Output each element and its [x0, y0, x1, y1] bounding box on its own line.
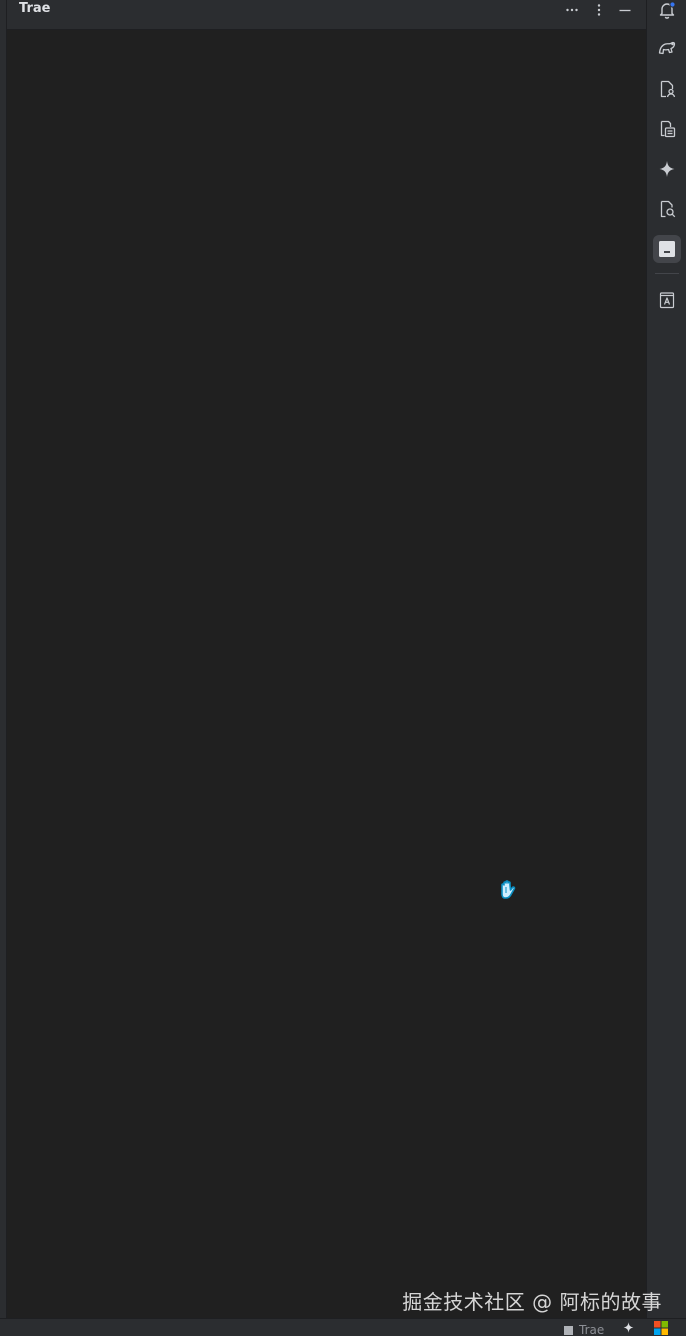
windows-logo-icon [654, 1321, 668, 1335]
sparkle-ai-icon [659, 161, 675, 177]
ai-status-button[interactable] [622, 1321, 635, 1334]
tool-window-content[interactable] [7, 30, 646, 1318]
options-menu-button[interactable] [588, 0, 610, 20]
sparkle-ai-button[interactable] [653, 155, 681, 183]
stop-square-icon [564, 1325, 573, 1335]
sparkle-status-icon [623, 1322, 634, 1333]
minimize-icon [619, 9, 631, 12]
tool-window-header: Trae [7, 0, 646, 30]
ellipsis-vertical-icon [597, 4, 601, 16]
trae-status-widget[interactable]: Trae [564, 1323, 604, 1336]
ide-window: Trae Trae 掘金技术社区 @ 阿标的故事 [0, 0, 686, 1336]
trae-tool-window: Trae [7, 0, 646, 1318]
clipboard-document-icon [660, 120, 676, 138]
notifications-bell-icon [659, 1, 676, 19]
right-tool-stripe [646, 0, 686, 1318]
windows-logo-button[interactable] [654, 1321, 668, 1335]
watermark-text: 掘金技术社区 @ 阿标的故事 [402, 1290, 662, 1314]
terminal-panel-icon [659, 241, 675, 257]
ai-assistant-button[interactable] [653, 35, 681, 63]
status-bar: Trae [0, 1318, 686, 1336]
clipboard-button[interactable] [653, 115, 681, 143]
hand-cursor-icon [501, 880, 516, 899]
document-search-button[interactable] [653, 195, 681, 223]
minimize-button[interactable] [614, 0, 636, 20]
left-edge-divider [0, 0, 7, 1318]
ai-brain-icon [658, 41, 676, 55]
stripe-separator [655, 273, 679, 274]
terminal-panel-button[interactable] [653, 235, 681, 263]
more-actions-button[interactable] [561, 0, 583, 20]
document-search-icon [660, 200, 676, 218]
font-book-icon [659, 292, 675, 309]
trae-status-label: Trae [579, 1323, 605, 1336]
user-document-icon [660, 80, 676, 98]
notifications-button[interactable] [653, 0, 681, 24]
ellipsis-horizontal-icon [566, 8, 578, 12]
tool-window-title: Trae [19, 1, 51, 16]
font-book-button[interactable] [653, 286, 681, 314]
user-document-button[interactable] [653, 75, 681, 103]
